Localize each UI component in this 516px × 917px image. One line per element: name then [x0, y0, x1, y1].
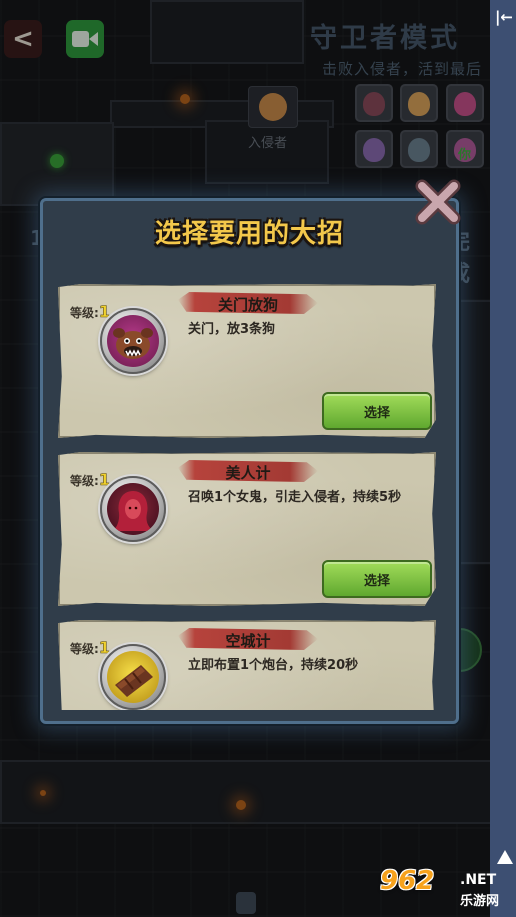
skill-name: 美人计: [225, 464, 271, 482]
chocolate-cannon-icon: [115, 665, 153, 697]
level-label: 等级:1: [70, 638, 110, 658]
site-watermark: 962 .NET 乐游网: [376, 866, 510, 914]
close-x-icon[interactable]: [410, 174, 466, 230]
watermark-suffix: .NET: [460, 872, 497, 888]
side-panel: |←: [490, 0, 516, 917]
collapse-arrow-icon[interactable]: |←: [495, 8, 513, 26]
ghost-woman-icon: [113, 491, 153, 531]
skill-name: 关门放狗: [217, 296, 278, 314]
skill-description: 召唤1个女鬼，引走入侵者，持续5秒: [188, 490, 402, 505]
expand-triangle-icon[interactable]: [497, 850, 513, 864]
select-button[interactable]: 选择: [322, 392, 432, 430]
skill-card: 等级:1 空城计 立即布置1个炮台，持续20秒 选择: [58, 620, 436, 710]
skill-card: 等级:1 关门放狗 关门，放3条狗 选择: [58, 284, 436, 438]
level-label: 等级:1: [70, 302, 110, 322]
dialog-title: 选择要用的大招: [154, 219, 344, 249]
watermark-subtitle: 乐游网: [460, 894, 500, 909]
skill-icon-frame: [100, 476, 166, 542]
skill-icon-frame: [100, 644, 166, 710]
skill-name: 空城计: [225, 632, 271, 650]
skill-description: 立即布置1个炮台，持续20秒: [188, 658, 359, 673]
skill-card: 等级:1 美人计 召唤1个女鬼，引走入侵者，持续5秒 选择: [58, 452, 436, 606]
skill-icon-frame: [100, 308, 166, 374]
skill-description: 关门，放3条狗: [188, 322, 276, 337]
select-button[interactable]: 选择: [322, 560, 432, 598]
skill-list[interactable]: 等级:1 关门放狗 关门，放3条狗 选择 等级:1 美人计 召唤1个女鬼，引走入…: [54, 282, 440, 710]
level-label: 等级:1: [70, 470, 110, 490]
bulldog-icon: [113, 328, 153, 359]
watermark-brand: 962: [380, 866, 435, 896]
